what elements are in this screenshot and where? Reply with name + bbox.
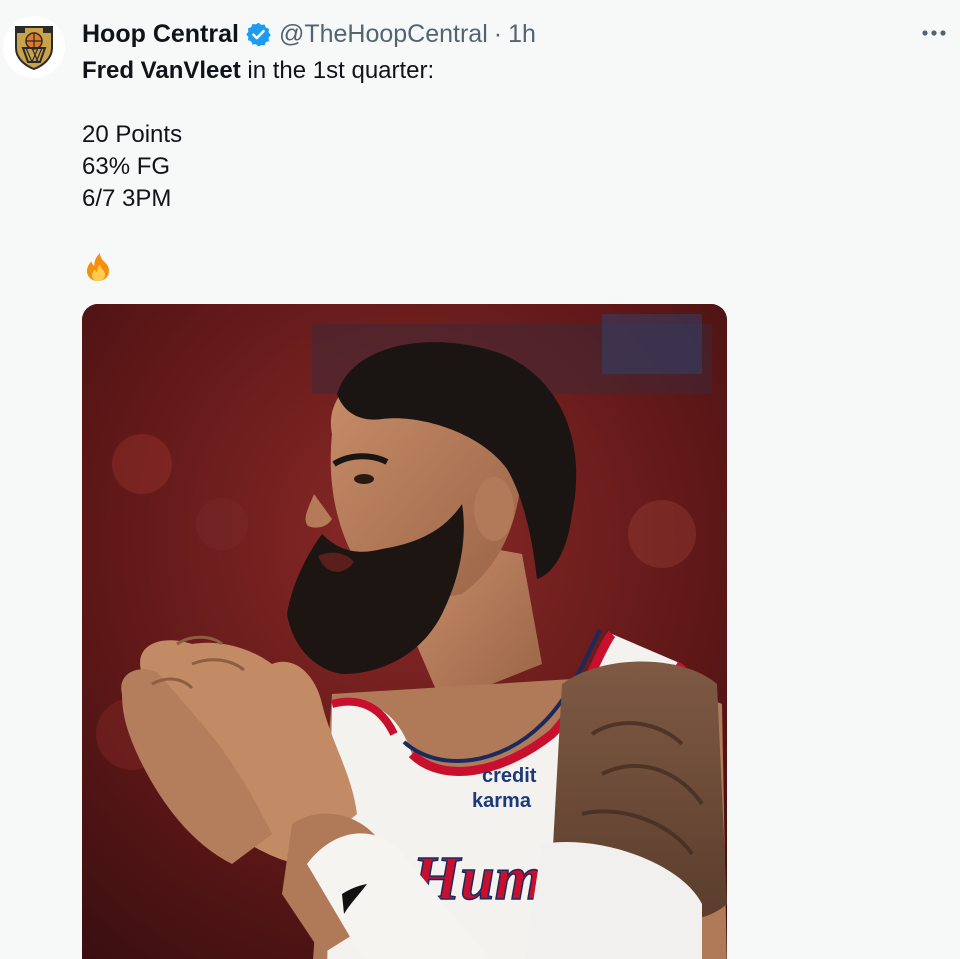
tweet-timestamp[interactable]: 1h	[508, 20, 536, 49]
more-options-icon[interactable]	[919, 20, 949, 46]
author-avatar[interactable]	[3, 16, 65, 78]
jersey-sponsor-line2: karma	[472, 790, 532, 812]
stat-points: 20 Points	[82, 121, 183, 148]
hoop-central-logo-icon	[15, 26, 53, 70]
verified-badge-icon[interactable]	[245, 21, 272, 48]
header-separator: ·	[493, 19, 503, 48]
tweet-media-photo[interactable]: credit karma Hum	[82, 304, 727, 959]
tweet-text-line-1: Fred VanVleet in the 1st quarter:	[82, 55, 434, 87]
tweet-card[interactable]: Hoop Central @TheHoopCentral · 1h Fred V…	[0, 0, 960, 959]
stat-fg: 63% FG	[82, 153, 171, 180]
stat-3pm: 6/7 3PM	[82, 185, 172, 212]
tweet-text: Fred VanVleet in the 1st quarter: 20 Poi…	[82, 55, 434, 215]
player-photo: credit karma Hum	[82, 304, 727, 959]
tweet-text-rest: in the 1st quarter:	[240, 57, 435, 84]
tweet-header: Hoop Central @TheHoopCentral · 1h	[82, 17, 536, 51]
jersey-sponsor-line1: credit	[482, 765, 537, 787]
player-name: Fred VanVleet	[82, 57, 241, 84]
author-display-name[interactable]: Hoop Central	[82, 20, 239, 49]
fire-emoji-icon	[82, 251, 114, 283]
author-handle[interactable]: @TheHoopCentral	[279, 20, 488, 49]
